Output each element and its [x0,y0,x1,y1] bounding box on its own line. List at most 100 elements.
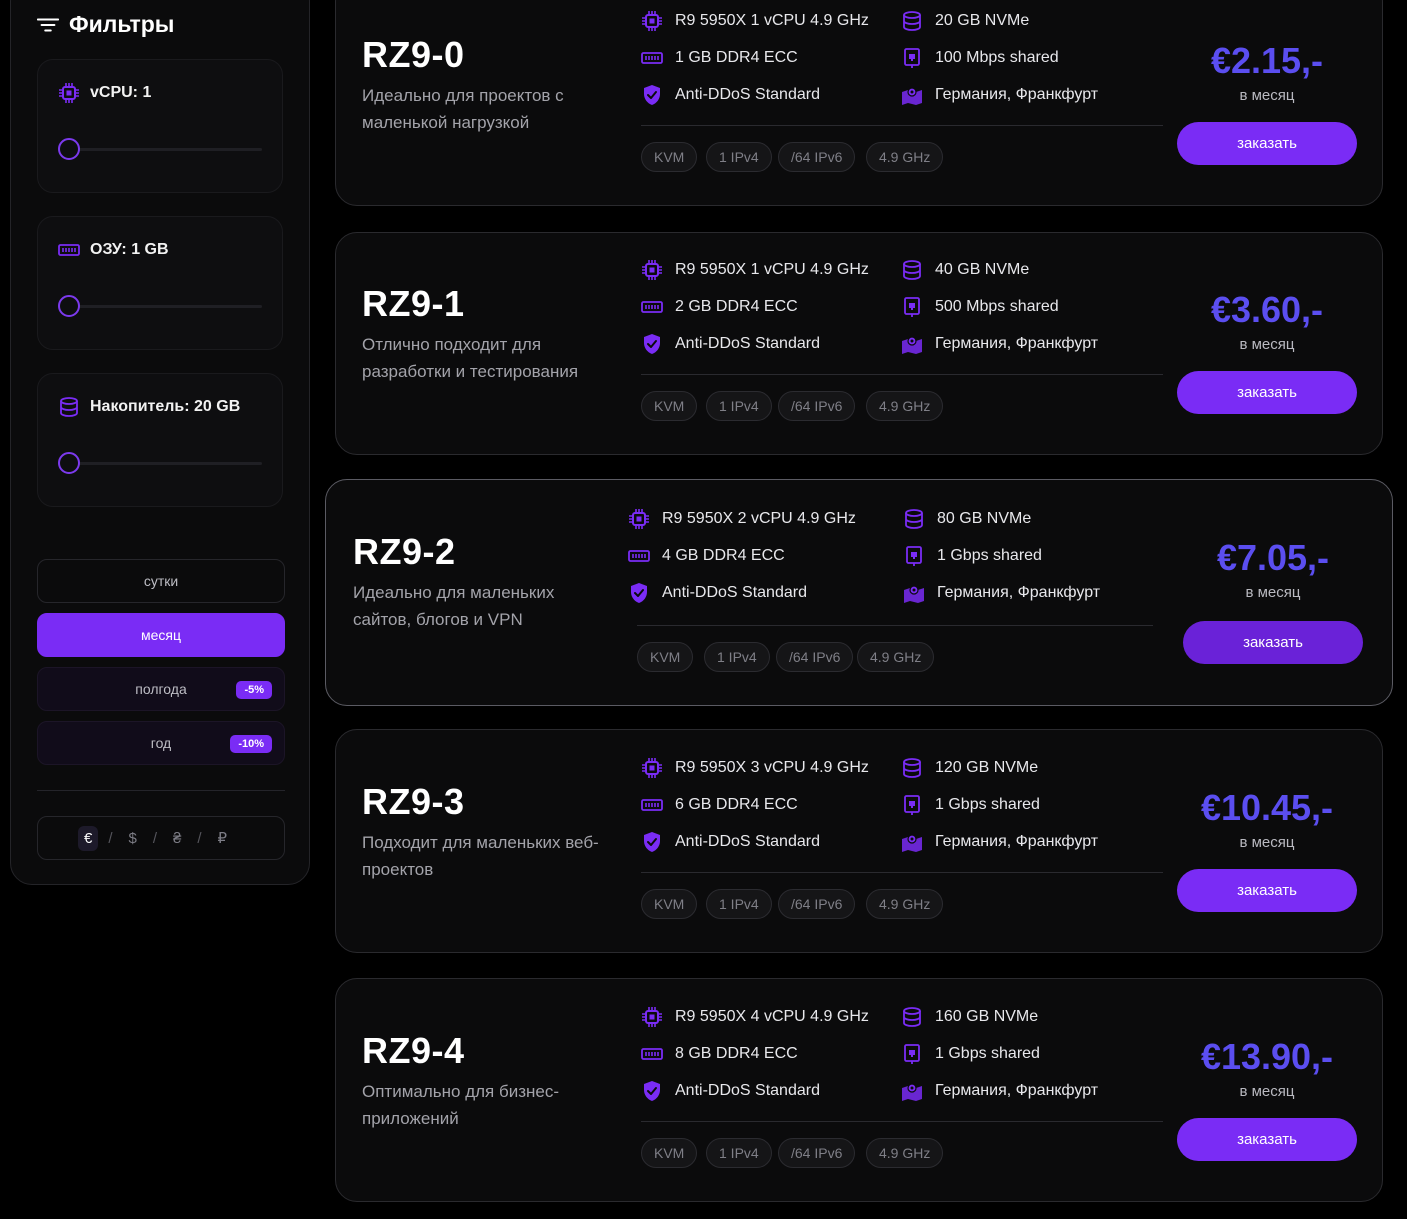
database-icon [901,10,923,32]
plan-name: RZ9-2 [353,531,456,572]
spec-ddos: Anti-DDoS Standard [641,831,820,853]
spec-ram: 8 GB DDR4 ECC [641,1043,798,1065]
spec-storage: 20 GB NVMe [901,10,1029,32]
spec-storage-text: 40 GB NVMe [935,261,1030,278]
plan-description: Отлично подходит для разработки и тестир… [362,335,579,381]
cpu-icon [58,82,80,104]
spec-location-text: Германия, Франкфурт [935,335,1099,352]
tag: 4.9 GHz [866,1138,944,1168]
filters-header: Фильтры [37,11,174,38]
network-port-icon [901,47,923,69]
spec-ddos: Anti-DDoS Standard [641,1080,820,1102]
order-button[interactable]: заказать [1177,869,1357,912]
ram-slider-track[interactable] [70,305,262,308]
cpu-icon [628,508,650,530]
spec-ddos-text: Anti-DDoS Standard [662,584,807,601]
price-period: в месяц [1245,584,1301,601]
currency-separator: / [197,829,202,847]
price-period: в месяц [1239,336,1295,353]
tag: KVM [641,142,698,172]
plan-card: RZ9-4 Оптимально для бизнес-приложений R9 … [335,978,1383,1202]
order-button-label: заказать [1237,384,1297,401]
price-period: в месяц [1239,834,1295,851]
currency-usd[interactable]: $ [123,826,143,851]
tag: KVM [641,889,698,919]
spec-storage: 80 GB NVMe [903,508,1031,530]
period-day-button[interactable]: сутки [37,559,285,603]
spec-location-text: Германия, Франкфурт [935,86,1099,103]
currency-switcher: € / $ / ₴ / ₽ [37,816,285,860]
network-port-icon [901,296,923,318]
order-button[interactable]: заказать [1177,122,1357,165]
order-button-label: заказать [1237,882,1297,899]
tag: 1 IPv4 [706,391,772,421]
currency-eur[interactable]: € [78,825,99,851]
period-month-button[interactable]: месяц [37,613,285,657]
shield-check-icon [641,831,663,853]
tag: /64 IPv6 [778,1138,856,1168]
period-year-button[interactable]: год -10% [37,721,285,765]
spec-network-text: 500 Mbps shared [935,298,1059,315]
tag: /64 IPv6 [778,889,856,919]
storage-slider-thumb[interactable] [58,452,80,474]
spec-network: 1 Gbps shared [901,1043,1040,1065]
vcpu-slider-track[interactable] [70,148,262,151]
spec-location: Германия, Франкфурт [901,1080,1098,1102]
plan-name: RZ9-4 [362,1030,465,1071]
plan-description: Идеально для проектов с маленькой нагруз… [362,86,564,132]
vcpu-slider-thumb[interactable] [58,138,80,160]
filter-vcpu-label: vCPU: 1 [58,82,151,104]
price-period: в месяц [1239,1083,1295,1100]
spec-storage-text: 120 GB NVMe [935,759,1039,776]
storage-slider-track[interactable] [70,462,262,465]
sliders-icon [37,14,59,36]
tag: 1 IPv4 [706,889,772,919]
spec-location: Германия, Франкфурт [901,84,1098,106]
plan-card: RZ9-3 Подходит для маленьких веб-проектов… [335,729,1383,953]
spec-cpu: R9 5950X 2 vCPU 4.9 GHz [628,508,856,530]
spec-cpu-text: R9 5950X 1 vCPU 4.9 GHz [675,261,869,278]
plan-card: RZ9-1 Отлично подходит для разработки и т… [335,232,1383,455]
spec-location-text: Германия, Франкфурт [935,1082,1099,1099]
map-pin-icon [901,1080,923,1102]
page: Фильтры vCPU: 1 ОЗУ: 1 GB Накопитель: 20… [0,0,1407,1219]
map-pin-icon [901,333,923,355]
spec-network: 500 Mbps shared [901,296,1059,318]
spec-storage-text: 160 GB NVMe [935,1008,1039,1025]
spec-ram-text: 1 GB DDR4 ECC [675,49,798,66]
card-divider [641,872,1163,873]
database-icon [903,508,925,530]
order-button[interactable]: заказать [1177,371,1357,414]
spec-ddos: Anti-DDoS Standard [641,333,820,355]
spec-cpu-text: R9 5950X 1 vCPU 4.9 GHz [675,12,869,29]
network-port-icon [903,545,925,567]
filter-storage-label: Накопитель: 20 GB [58,396,240,418]
plan-price: €10.45,- [1200,787,1334,828]
spec-network-text: 1 Gbps shared [935,796,1040,813]
spec-ram: 2 GB DDR4 ECC [641,296,798,318]
spec-ram: 6 GB DDR4 ECC [641,794,798,816]
period-halfyear-button[interactable]: полгода -5% [37,667,285,711]
spec-cpu: R9 5950X 1 vCPU 4.9 GHz [641,259,869,281]
spec-network: 100 Mbps shared [901,47,1059,69]
order-button[interactable]: заказать [1183,621,1363,664]
tag: 4.9 GHz [866,391,944,421]
ram-slider-thumb[interactable] [58,295,80,317]
shield-check-icon [641,1080,663,1102]
filter-vcpu: vCPU: 1 [37,59,283,193]
plan-description: Оптимально для бизнес-приложений [362,1082,559,1128]
tag: 1 IPv4 [706,142,772,172]
spec-ddos-text: Anti-DDoS Standard [675,335,820,352]
order-button-label: заказать [1237,135,1297,152]
currency-uah[interactable]: ₴ [167,826,187,851]
filter-ram: ОЗУ: 1 GB [37,216,283,350]
spec-ram: 4 GB DDR4 ECC [628,545,785,567]
database-icon [901,1006,923,1028]
order-button[interactable]: заказать [1177,1118,1357,1161]
database-icon [901,259,923,281]
tag: 4.9 GHz [866,889,944,919]
tag: 4.9 GHz [857,642,935,672]
spec-ram: 1 GB DDR4 ECC [641,47,798,69]
spec-cpu: R9 5950X 1 vCPU 4.9 GHz [641,10,869,32]
currency-rub[interactable]: ₽ [212,825,234,851]
